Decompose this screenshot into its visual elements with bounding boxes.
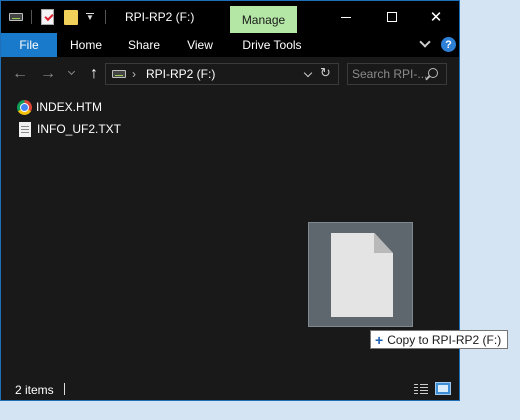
breadcrumb-current[interactable]: RPI-RP2 (F:) xyxy=(146,67,215,81)
properties-icon[interactable] xyxy=(41,9,54,25)
minimize-icon xyxy=(341,16,351,18)
list-item[interactable]: INFO_UF2.TXT xyxy=(17,119,121,139)
search-icon[interactable] xyxy=(428,68,438,78)
tab-view[interactable]: View xyxy=(175,33,225,57)
tab-manage[interactable]: Manage xyxy=(230,6,297,33)
tab-share[interactable]: Share xyxy=(117,33,171,57)
search-box[interactable] xyxy=(347,63,447,85)
search-input[interactable] xyxy=(352,66,426,82)
drop-tooltip-text: Copy to RPI-RP2 (F:) xyxy=(387,332,502,347)
item-count: 2 items xyxy=(15,383,54,397)
forward-arrow-icon[interactable]: → xyxy=(39,65,57,83)
minimize-button[interactable] xyxy=(323,1,369,33)
refresh-icon[interactable]: ↻ xyxy=(320,65,331,81)
breadcrumb-separator[interactable]: › xyxy=(132,67,136,81)
help-icon[interactable]: ? xyxy=(441,37,456,52)
tab-file[interactable]: File xyxy=(1,33,57,57)
tab-drive-tools[interactable]: Drive Tools xyxy=(235,33,309,57)
navigation-bar: ← → ↑ › RPI-RP2 (F:) ↻ xyxy=(1,57,459,93)
window-title: RPI-RP2 (F:) xyxy=(125,10,195,24)
title-bar: ▼ RPI-RP2 (F:) Manage ✕ xyxy=(1,1,459,33)
large-icons-view-icon[interactable] xyxy=(435,382,451,395)
ribbon-tabs: File Home Share View Drive Tools ? xyxy=(1,33,459,57)
text-file-icon xyxy=(19,121,31,137)
details-view-icon[interactable] xyxy=(413,383,429,395)
tab-home[interactable]: Home xyxy=(59,33,113,57)
status-separator xyxy=(64,383,65,395)
back-arrow-icon[interactable]: ← xyxy=(11,65,29,83)
file-name: INDEX.HTM xyxy=(36,100,102,114)
status-bar: 2 items xyxy=(1,377,459,400)
list-item[interactable]: INDEX.HTM xyxy=(17,97,102,117)
address-drive-icon xyxy=(112,70,126,78)
drag-preview xyxy=(308,222,413,327)
maximize-icon xyxy=(387,12,397,22)
quick-access-separator xyxy=(31,10,32,24)
close-button[interactable]: ✕ xyxy=(413,1,459,33)
address-bar[interactable]: › RPI-RP2 (F:) ↻ xyxy=(105,63,339,85)
new-folder-icon[interactable] xyxy=(64,10,78,25)
quick-access-dropdown-icon[interactable]: ▼ xyxy=(85,13,95,23)
recent-locations-chevron-icon[interactable] xyxy=(67,67,77,79)
up-arrow-icon[interactable]: ↑ xyxy=(85,65,103,83)
chrome-icon xyxy=(17,99,32,115)
title-separator xyxy=(105,10,106,24)
expand-ribbon-chevron-icon[interactable] xyxy=(419,38,431,50)
maximize-button[interactable] xyxy=(369,1,415,33)
address-dropdown-icon[interactable] xyxy=(304,68,314,80)
close-icon: ✕ xyxy=(429,8,443,26)
drop-tooltip: + Copy to RPI-RP2 (F:) xyxy=(370,330,509,349)
file-name: INFO_UF2.TXT xyxy=(37,122,122,136)
plus-icon: + xyxy=(375,331,384,348)
drive-icon[interactable] xyxy=(9,13,23,21)
